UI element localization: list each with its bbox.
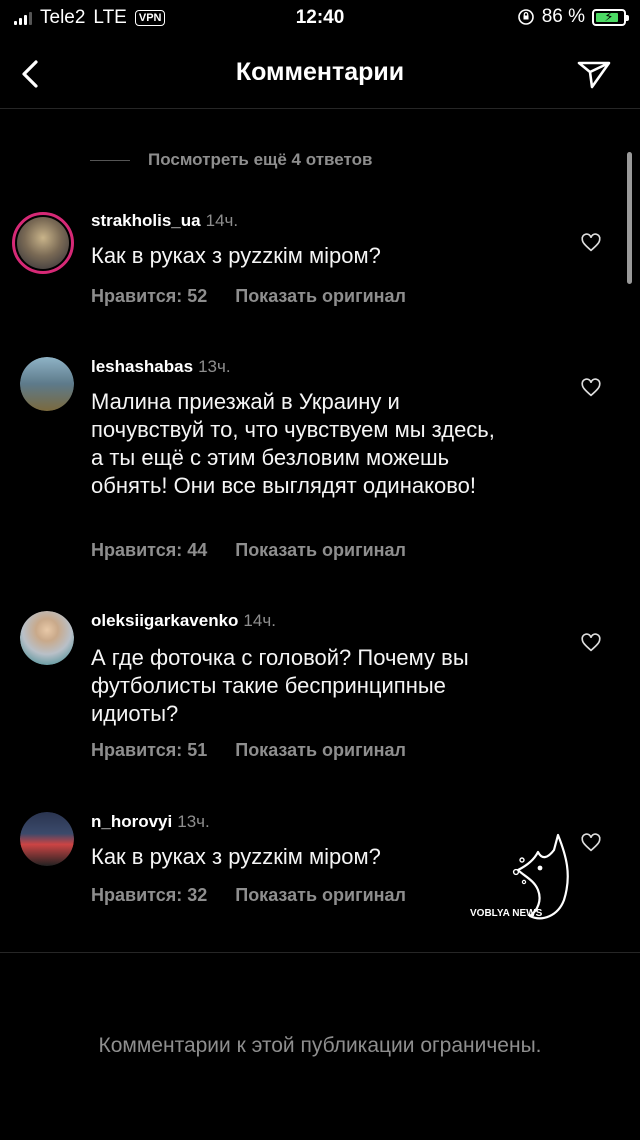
likes-count[interactable]: Нравится: 44 <box>91 540 207 561</box>
avatar[interactable] <box>20 611 74 665</box>
comments-restricted-notice: Комментарии к этой публикации ограничены… <box>98 1034 542 1057</box>
avatar-image <box>20 357 74 411</box>
show-original-link[interactable]: Показать оригинал <box>235 885 406 906</box>
likes-count[interactable]: Нравится: 32 <box>91 885 207 906</box>
avatar-image <box>20 611 74 665</box>
comment-header: strakholis_ua 14ч. <box>91 211 238 231</box>
comment-actions: Нравится: 51 Показать оригинал <box>91 740 406 761</box>
likes-count[interactable]: Нравится: 52 <box>91 286 207 307</box>
timestamp: 13ч. <box>177 812 210 831</box>
paper-plane-icon[interactable] <box>574 54 614 94</box>
comment-actions: Нравится: 52 Показать оригинал <box>91 286 406 307</box>
scrollbar[interactable] <box>627 152 632 284</box>
comment-header: leshashabas 13ч. <box>91 357 231 377</box>
comment-text: Как в руках з руzzкім міром? <box>91 844 381 869</box>
avatar[interactable] <box>20 812 74 866</box>
heart-icon[interactable] <box>580 377 602 399</box>
view-more-replies[interactable]: Посмотреть ещё 4 ответов <box>90 150 372 170</box>
heart-icon[interactable] <box>580 832 602 854</box>
comment-text: Как в руках з руzzкім міром? <box>91 243 381 268</box>
watermark-logo: VOBLYA NEWS <box>470 833 569 920</box>
heart-icon[interactable] <box>580 232 602 254</box>
timestamp: 14ч. <box>205 211 239 230</box>
comment-text: А где фоточка с головой? Почему вы футбо… <box>91 645 469 726</box>
heart-icon[interactable] <box>580 632 602 654</box>
comment-text: Малина приезжай в Украину и почувствуй т… <box>91 389 495 498</box>
comment-actions: Нравится: 44 Показать оригинал <box>91 540 406 561</box>
divider-line <box>90 159 130 161</box>
battery-percent: 86 % <box>541 6 585 27</box>
battery-icon: ⚡ <box>592 8 629 26</box>
comment-header: n_horovyi 13ч. <box>91 812 210 832</box>
likes-count[interactable]: Нравится: 51 <box>91 740 207 761</box>
watermark-text: VOBLYA NEWS <box>470 908 543 919</box>
comment-actions: Нравится: 32 Показать оригинал <box>91 885 406 906</box>
top-bar: Комментарии <box>0 40 640 109</box>
avatar-image <box>17 217 69 269</box>
username[interactable]: strakholis_ua <box>91 211 201 230</box>
avatar[interactable] <box>12 212 74 274</box>
show-original-link[interactable]: Показать оригинал <box>235 540 406 561</box>
view-more-label: Посмотреть ещё 4 ответов <box>148 150 373 169</box>
username[interactable]: leshashabas <box>91 357 193 376</box>
avatar-image <box>20 812 74 866</box>
timestamp: 13ч. <box>198 357 231 376</box>
show-original-link[interactable]: Показать оригинал <box>235 286 406 307</box>
show-original-link[interactable]: Показать оригинал <box>235 740 406 761</box>
username[interactable]: n_horovyi <box>91 812 172 831</box>
page-title: Комментарии <box>235 58 405 86</box>
orientation-lock-icon <box>517 9 534 25</box>
timestamp: 14ч. <box>243 611 276 630</box>
username[interactable]: oleksiigarkavenko <box>91 611 238 630</box>
divider <box>0 952 640 953</box>
comment-header: oleksiigarkavenko 14ч. <box>91 611 276 631</box>
avatar[interactable] <box>20 357 74 411</box>
status-bar: Tele2 LTE VPN 12:40 86 % ⚡ <box>0 0 640 40</box>
